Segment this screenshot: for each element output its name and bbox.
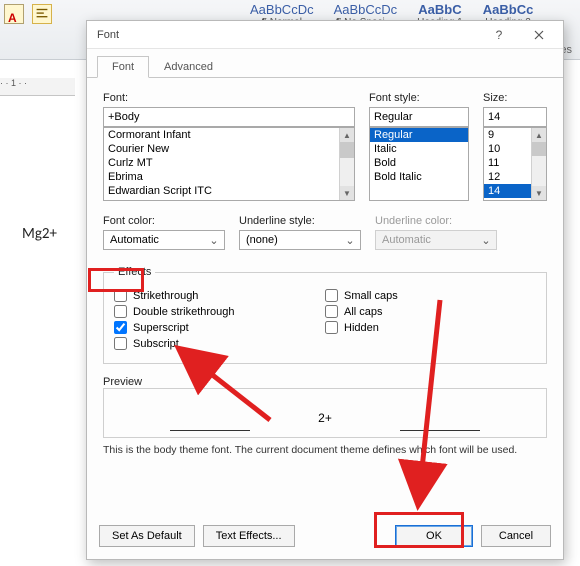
font-color-value: Automatic — [110, 234, 159, 246]
strikethrough-option[interactable]: Strikethrough — [114, 289, 325, 302]
preview-frame: 2+ — [103, 388, 547, 438]
font-listbox[interactable]: Cormorant Infant Courier New Curlz MT Eb… — [103, 127, 355, 201]
size-listbox[interactable]: 9 10 11 12 14 ▲▼ — [483, 127, 547, 201]
font-dialog: Font ? Font Advanced Font: Cormorant Inf… — [86, 20, 564, 560]
list-item[interactable]: Courier New — [104, 142, 354, 156]
list-item[interactable]: Ebrima — [104, 170, 354, 184]
underline-color-value: Automatic — [382, 234, 431, 246]
style-preview[interactable]: AaBbCcDc — [334, 2, 398, 17]
subscript-checkbox[interactable] — [114, 337, 127, 350]
help-button[interactable]: ? — [479, 23, 519, 47]
style-preview[interactable]: AaBbCcDc — [250, 2, 314, 17]
align-icon[interactable] — [32, 4, 52, 24]
size-input[interactable] — [483, 107, 547, 127]
preview-text: 2+ — [318, 411, 332, 425]
superscript-option[interactable]: Superscript — [114, 321, 325, 334]
underline-color-label: Underline color: — [375, 215, 497, 227]
underline-color-combo: Automatic ⌄ — [375, 230, 497, 250]
small-caps-option[interactable]: Small caps — [325, 289, 536, 302]
list-item[interactable]: Cormorant Infant — [104, 128, 354, 142]
close-button[interactable] — [519, 23, 559, 47]
font-style-label: Font style: — [369, 92, 469, 104]
superscript-checkbox[interactable] — [114, 321, 127, 334]
theme-note: This is the body theme font. The current… — [103, 444, 547, 456]
scrollbar[interactable]: ▲▼ — [339, 128, 354, 200]
underline-style-label: Underline style: — [239, 215, 361, 227]
document-text: Mg2+ — [22, 225, 57, 243]
font-label: Font: — [103, 92, 355, 104]
font-color-label: Font color: — [103, 215, 225, 227]
ruler: · · 1 · · — [0, 78, 75, 96]
font-style-input[interactable] — [369, 107, 469, 127]
chevron-down-icon: ⌄ — [478, 234, 494, 247]
effects-legend: Effects — [114, 266, 155, 278]
hidden-checkbox[interactable] — [325, 321, 338, 334]
size-label: Size: — [483, 92, 547, 104]
chevron-down-icon: ⌄ — [206, 234, 222, 247]
font-input[interactable] — [103, 107, 355, 127]
list-item[interactable]: Bold Italic — [370, 170, 468, 184]
chevron-down-icon: ⌄ — [342, 234, 358, 247]
tab-font[interactable]: Font — [97, 56, 149, 78]
subscript-option[interactable]: Subscript — [114, 337, 325, 350]
list-item[interactable]: Italic — [370, 142, 468, 156]
font-style-listbox[interactable]: Regular Italic Bold Bold Italic — [369, 127, 469, 201]
text-effects-button[interactable]: Text Effects... — [203, 525, 295, 547]
tab-advanced[interactable]: Advanced — [149, 56, 228, 78]
style-preview[interactable]: AaBbCc — [483, 2, 534, 17]
ok-button[interactable]: OK — [395, 525, 473, 547]
font-color-combo[interactable]: Automatic ⌄ — [103, 230, 225, 250]
hidden-option[interactable]: Hidden — [325, 321, 536, 334]
cancel-button[interactable]: Cancel — [481, 525, 551, 547]
strikethrough-checkbox[interactable] — [114, 289, 127, 302]
underline-style-value: (none) — [246, 234, 278, 246]
set-default-button[interactable]: Set As Default — [99, 525, 195, 547]
list-item[interactable]: Edwardian Script ITC — [104, 184, 354, 198]
list-item[interactable]: Regular — [370, 128, 468, 142]
all-caps-checkbox[interactable] — [325, 305, 338, 318]
underline-style-combo[interactable]: (none) ⌄ — [239, 230, 361, 250]
preview-label: Preview — [103, 376, 142, 388]
small-caps-checkbox[interactable] — [325, 289, 338, 302]
effects-group: Effects Strikethrough Double strikethrou… — [103, 266, 547, 364]
double-strike-checkbox[interactable] — [114, 305, 127, 318]
all-caps-option[interactable]: All caps — [325, 305, 536, 318]
scrollbar[interactable]: ▲▼ — [531, 128, 546, 200]
style-preview[interactable]: AaBbC — [418, 2, 461, 17]
double-strike-option[interactable]: Double strikethrough — [114, 305, 325, 318]
dialog-title: Font — [97, 29, 119, 41]
list-item[interactable]: Curlz MT — [104, 156, 354, 170]
font-color-icon[interactable]: A — [4, 4, 24, 24]
list-item[interactable]: Bold — [370, 156, 468, 170]
